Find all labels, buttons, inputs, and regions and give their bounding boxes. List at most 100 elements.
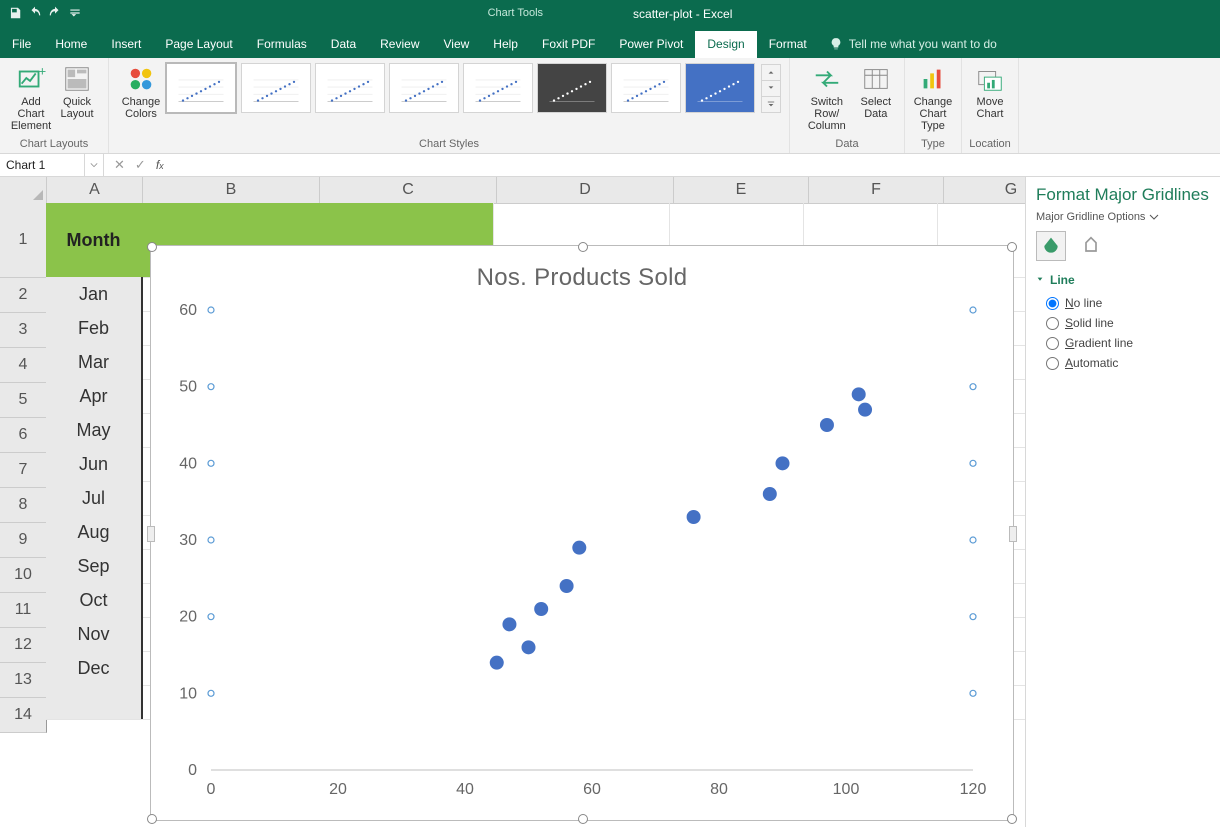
chart-style-thumb[interactable] (389, 63, 459, 113)
row-header[interactable]: 3 (0, 313, 47, 348)
quick-layout-button[interactable]: Quick Layout (54, 62, 100, 120)
radio-gradient-line[interactable]: Gradient line (1036, 333, 1210, 353)
save-icon[interactable] (8, 6, 22, 23)
column-header[interactable]: C (320, 177, 497, 204)
cell[interactable]: Sep (46, 549, 143, 584)
cell[interactable]: Aug (46, 515, 143, 550)
undo-icon[interactable] (28, 6, 42, 23)
fx-icon[interactable]: fx (156, 158, 164, 172)
tell-me-search[interactable]: Tell me what you want to do (819, 37, 1007, 58)
chart-style-thumb[interactable] (537, 63, 607, 113)
row-header[interactable]: 10 (0, 558, 47, 593)
cell[interactable]: Jul (46, 481, 143, 516)
tab-formulas[interactable]: Formulas (245, 31, 319, 58)
tab-file[interactable]: File (0, 31, 43, 58)
cell[interactable]: Month (46, 203, 143, 279)
column-header[interactable]: F (809, 177, 944, 204)
tab-page-layout[interactable]: Page Layout (153, 31, 244, 58)
radio-solid-line[interactable]: Solid line (1036, 313, 1210, 333)
column-header[interactable]: A (47, 177, 143, 204)
tab-insert[interactable]: Insert (99, 31, 153, 58)
gallery-up-icon[interactable] (762, 65, 780, 81)
pane-options-dropdown[interactable]: Major Gridline Options (1036, 211, 1210, 231)
column-header[interactable]: B (143, 177, 320, 204)
chart-style-thumb[interactable] (241, 63, 311, 113)
resize-handle-se[interactable] (1007, 814, 1017, 824)
add-chart-element-button[interactable]: + Add Chart Element (8, 62, 54, 132)
chart-style-thumb[interactable] (315, 63, 385, 113)
redo-icon[interactable] (48, 6, 62, 23)
resize-handle-n[interactable] (578, 242, 588, 252)
select-data-button[interactable]: Select Data (856, 62, 896, 120)
radio-automatic[interactable]: Automatic (1036, 353, 1210, 373)
customize-qat-icon[interactable] (68, 6, 82, 23)
cancel-icon[interactable]: ✕ (114, 157, 125, 173)
row-header[interactable]: 7 (0, 453, 47, 488)
switch-row-column-button[interactable]: Switch Row/ Column (798, 62, 856, 132)
tab-review[interactable]: Review (368, 31, 431, 58)
cell[interactable]: Jun (46, 447, 143, 482)
change-chart-type-button[interactable]: Change Chart Type (913, 62, 953, 132)
tab-help[interactable]: Help (481, 31, 530, 58)
chart-style-thumb[interactable] (165, 62, 237, 114)
move-chart-button[interactable]: Move Chart (970, 62, 1010, 120)
cell[interactable]: Mar (46, 345, 143, 380)
cell[interactable]: May (46, 413, 143, 448)
row-header[interactable]: 4 (0, 348, 47, 383)
column-header[interactable]: E (674, 177, 809, 204)
resize-handle-ne[interactable] (1007, 242, 1017, 252)
chart-plot-area[interactable]: 0102030405060020406080100120 (151, 300, 1013, 810)
tab-view[interactable]: View (432, 31, 482, 58)
row-header[interactable]: 5 (0, 383, 47, 418)
workspace: ABCDEFG 1234567891011121314 MonthJanFebM… (0, 177, 1220, 827)
enter-icon[interactable]: ✓ (135, 157, 146, 173)
line-section-header[interactable]: Line (1036, 269, 1210, 293)
gallery-down-icon[interactable] (762, 81, 780, 97)
line-options: No line Solid line Gradient line Automat… (1036, 293, 1210, 373)
chart-style-thumb[interactable] (685, 63, 755, 113)
cell[interactable]: Nov (46, 617, 143, 652)
column-header[interactable]: D (497, 177, 674, 204)
fill-line-icon[interactable] (1036, 231, 1066, 261)
column-header[interactable]: G (944, 177, 1025, 204)
cell[interactable]: Jan (46, 277, 143, 312)
chart-style-thumb[interactable] (611, 63, 681, 113)
row-header[interactable]: 8 (0, 488, 47, 523)
tab-home[interactable]: Home (43, 31, 99, 58)
resize-handle-w[interactable] (147, 526, 155, 542)
pane-subtitle-label: Major Gridline Options (1036, 211, 1145, 223)
resize-handle-e[interactable] (1009, 526, 1017, 542)
tab-power-pivot[interactable]: Power Pivot (607, 31, 695, 58)
tab-foxit-pdf[interactable]: Foxit PDF (530, 31, 607, 58)
chart-title[interactable]: Nos. Products Sold (151, 246, 1013, 300)
radio-no-line[interactable]: No line (1036, 293, 1210, 313)
tab-data[interactable]: Data (319, 31, 368, 58)
cell[interactable]: Feb (46, 311, 143, 346)
row-header[interactable]: 13 (0, 663, 47, 698)
row-header[interactable]: 6 (0, 418, 47, 453)
row-header[interactable]: 14 (0, 698, 47, 733)
row-header[interactable]: 9 (0, 523, 47, 558)
cell[interactable]: Apr (46, 379, 143, 414)
resize-handle-s[interactable] (578, 814, 588, 824)
name-box-dropdown[interactable] (85, 154, 104, 176)
cell[interactable]: Oct (46, 583, 143, 618)
gallery-more-icon[interactable] (762, 97, 780, 112)
svg-text:40: 40 (179, 455, 197, 472)
row-header[interactable]: 11 (0, 593, 47, 628)
effects-icon[interactable] (1076, 231, 1106, 261)
cell[interactable] (46, 685, 143, 720)
row-header[interactable]: 1 (0, 203, 47, 278)
chart-style-thumb[interactable] (463, 63, 533, 113)
row-header[interactable]: 2 (0, 278, 47, 313)
change-colors-button[interactable]: Change Colors (117, 62, 165, 120)
name-box[interactable]: Chart 1 (0, 154, 85, 176)
tab-format[interactable]: Format (757, 31, 819, 58)
select-all-button[interactable] (0, 177, 47, 204)
cell[interactable]: Dec (46, 651, 143, 686)
embedded-chart[interactable]: Nos. Products Sold 010203040506002040608… (150, 245, 1014, 821)
resize-handle-sw[interactable] (147, 814, 157, 824)
row-header[interactable]: 12 (0, 628, 47, 663)
resize-handle-nw[interactable] (147, 242, 157, 252)
tab-design[interactable]: Design (695, 31, 756, 58)
